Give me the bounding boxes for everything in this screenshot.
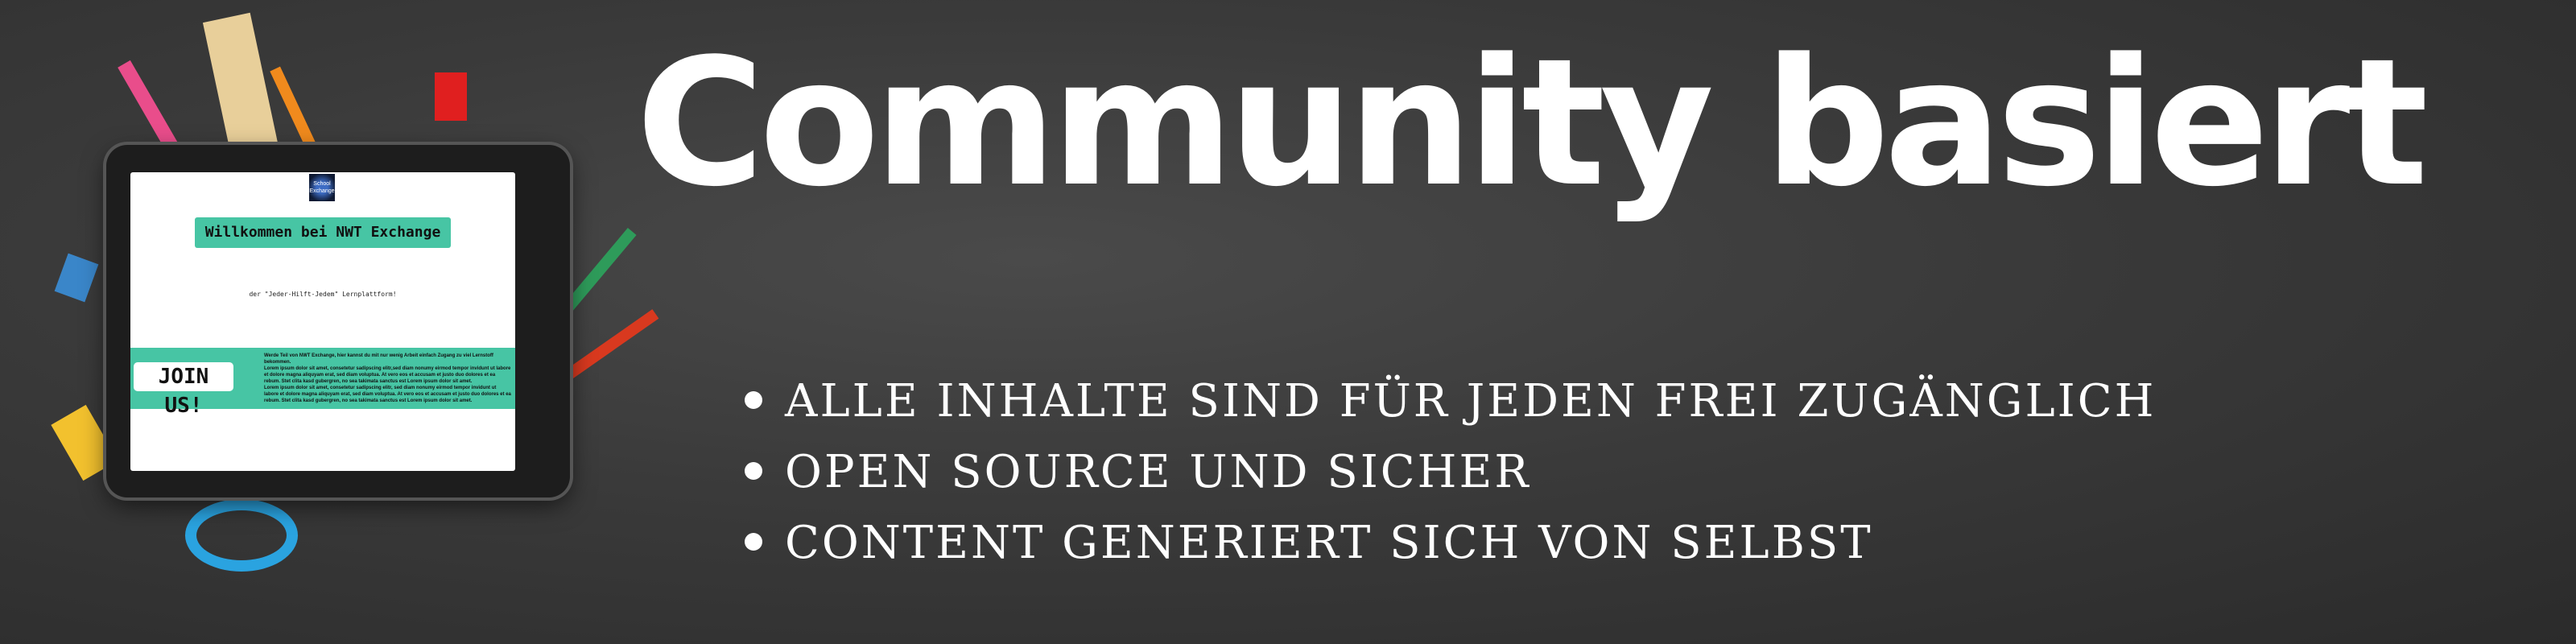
welcome-banner: Willkommen bei NWT Exchange (195, 217, 451, 248)
tablet-screen: School Exchange Willkommen bei NWT Excha… (130, 172, 515, 471)
feature-list: ALLE INHALTE SIND FÜR JEDEN FREI ZUGÄNGL… (745, 366, 2156, 579)
subtitle: der "Jeder-Hilft-Jedem" Lernplattform! (249, 291, 397, 298)
bullet-icon (745, 461, 762, 480)
ruler-icon (202, 12, 281, 165)
tablet-mockup: School Exchange Willkommen bei NWT Excha… (106, 145, 570, 497)
scissors-icon (185, 499, 298, 572)
bullet-icon (745, 532, 762, 551)
feature-item: CONTENT GENERIERT SICH VON SELBST (745, 508, 2156, 579)
description-paragraph: Lorem ipsum dolor sit amet, consetetur s… (264, 366, 511, 384)
feature-text: OPEN SOURCE UND SICHER (785, 446, 1531, 498)
sharpener-icon (435, 72, 467, 121)
feature-item: ALLE INHALTE SIND FÜR JEDEN FREI ZUGÄNGL… (745, 366, 2156, 437)
school-exchange-logo: School Exchange (309, 174, 335, 201)
join-description: Werde Teil von NWT Exchange, hier kannst… (264, 353, 512, 404)
feature-text: CONTENT GENERIERT SICH VON SELBST (785, 517, 1873, 569)
sharpener-icon (54, 253, 99, 303)
feature-text: ALLE INHALTE SIND FÜR JEDEN FREI ZUGÄNGL… (785, 375, 2157, 427)
description-paragraph: Werde Teil von NWT Exchange, hier kannst… (264, 353, 493, 365)
headline: Community basiert (636, 22, 2429, 225)
feature-item: OPEN SOURCE UND SICHER (745, 437, 2156, 508)
bullet-icon (745, 390, 762, 409)
pencil-icon (559, 309, 659, 383)
join-us-button[interactable]: JOIN US! (134, 362, 233, 418)
join-section: JOIN US! Werde Teil von NWT Exchange, hi… (130, 348, 515, 418)
description-paragraph: Lorem ipsum dolor sit amet, consetetur s… (264, 386, 511, 403)
